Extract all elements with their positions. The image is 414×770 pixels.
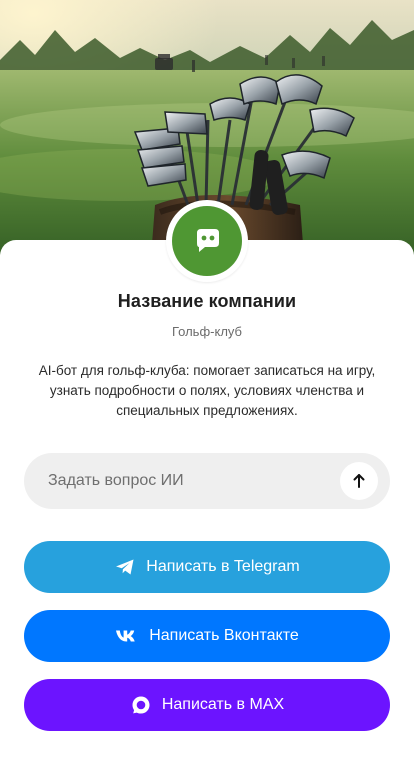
company-category: Гольф-клуб bbox=[171, 324, 242, 339]
telegram-button[interactable]: Написать в Telegram bbox=[24, 541, 390, 593]
telegram-button-label: Написать в Telegram bbox=[146, 558, 300, 575]
max-button-label: Написать в MAX bbox=[161, 696, 285, 713]
company-name: Название компании bbox=[117, 291, 297, 311]
send-button[interactable] bbox=[340, 462, 378, 500]
vk-button[interactable]: Написать Вконтакте bbox=[24, 610, 390, 662]
company-avatar bbox=[166, 200, 248, 282]
max-icon bbox=[130, 694, 152, 716]
vk-button-label: Написать Вконтакте bbox=[149, 627, 299, 644]
page: Название компании Гольф-клуб AI-бот для … bbox=[0, 0, 414, 770]
ask-ai-bar bbox=[24, 453, 390, 509]
ask-ai-input[interactable] bbox=[46, 453, 350, 509]
arrow-up-icon bbox=[353, 474, 365, 488]
vk-icon bbox=[115, 628, 139, 644]
telegram-icon bbox=[114, 556, 136, 578]
company-description: AI-бот для гольф-клуба: помогает записат… bbox=[38, 363, 376, 418]
chat-bot-icon bbox=[172, 206, 242, 276]
max-button[interactable]: Написать в MAX bbox=[24, 679, 390, 731]
